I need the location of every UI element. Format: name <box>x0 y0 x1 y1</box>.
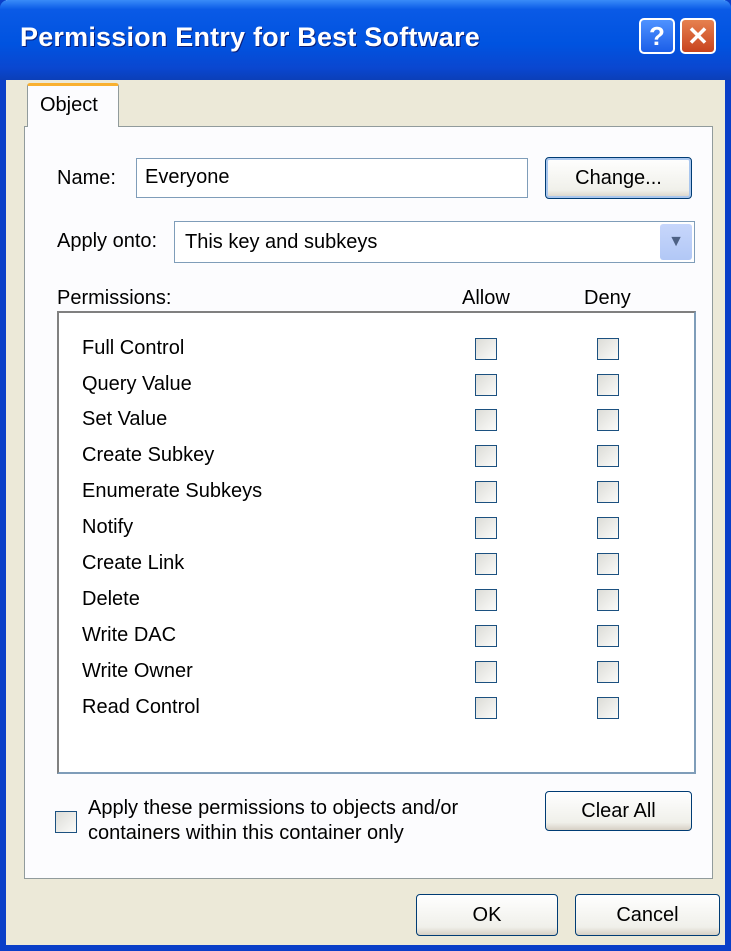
allow-checkbox[interactable] <box>475 589 497 611</box>
permission-name: Create Link <box>82 552 185 574</box>
apply-within-checkbox[interactable] <box>55 811 77 833</box>
deny-checkbox[interactable] <box>597 625 619 647</box>
help-icon: ? <box>649 20 665 51</box>
allow-checkbox[interactable] <box>475 625 497 647</box>
allow-checkbox[interactable] <box>475 697 497 719</box>
chevron-down-icon[interactable]: ▼ <box>660 224 692 260</box>
deny-checkbox[interactable] <box>597 661 619 683</box>
deny-checkbox[interactable] <box>597 553 619 575</box>
tab-object[interactable]: Object <box>27 83 119 127</box>
permission-name: Write Owner <box>82 660 193 682</box>
deny-checkbox[interactable] <box>597 517 619 539</box>
deny-checkbox[interactable] <box>597 338 619 360</box>
clear-all-button[interactable]: Clear All <box>545 791 692 831</box>
allow-checkbox[interactable] <box>475 409 497 431</box>
apply-onto-select[interactable]: This key and subkeys ▼ <box>174 221 695 263</box>
permission-name: Enumerate Subkeys <box>82 480 263 502</box>
allow-checkbox[interactable] <box>475 445 497 467</box>
allow-checkbox[interactable] <box>475 517 497 539</box>
permission-name: Full Control <box>82 337 185 359</box>
allow-checkbox[interactable] <box>475 661 497 683</box>
deny-checkbox[interactable] <box>597 697 619 719</box>
permission-row-delete: Delete <box>59 582 694 618</box>
permission-row-write-owner: Write Owner <box>59 654 694 690</box>
permission-row-enumerate-subkeys: Enumerate Subkeys <box>59 474 694 510</box>
apply-onto-label: Apply onto: <box>57 230 158 252</box>
allow-column-header: Allow <box>462 287 510 309</box>
permission-name: Notify <box>82 516 134 538</box>
deny-checkbox[interactable] <box>597 445 619 467</box>
permission-row-query-value: Query Value <box>59 367 694 403</box>
close-button[interactable]: ✕ <box>680 18 716 54</box>
permissions-label: Permissions: <box>57 287 172 309</box>
permission-name: Set Value <box>82 408 168 430</box>
deny-checkbox[interactable] <box>597 481 619 503</box>
allow-checkbox[interactable] <box>475 481 497 503</box>
permission-row-create-link: Create Link <box>59 546 694 582</box>
title-bar[interactable]: Permission Entry for Best Software ? ✕ <box>0 0 731 80</box>
deny-checkbox[interactable] <box>597 409 619 431</box>
allow-checkbox[interactable] <box>475 553 497 575</box>
deny-checkbox[interactable] <box>597 589 619 611</box>
help-button[interactable]: ? <box>639 18 675 54</box>
permission-name: Write DAC <box>82 624 177 646</box>
tab-object-label: Object <box>40 94 98 116</box>
name-field[interactable]: Everyone <box>136 158 528 198</box>
permission-row-set-value: Set Value <box>59 402 694 438</box>
permission-name: Create Subkey <box>82 444 215 466</box>
permission-name: Read Control <box>82 696 200 718</box>
close-icon: ✕ <box>687 20 709 51</box>
deny-checkbox[interactable] <box>597 374 619 396</box>
cancel-button[interactable]: Cancel <box>575 894 720 936</box>
allow-checkbox[interactable] <box>475 374 497 396</box>
permission-name: Delete <box>82 588 140 610</box>
allow-checkbox[interactable] <box>475 338 497 360</box>
permission-row-notify: Notify <box>59 510 694 546</box>
permission-row-full-control: Full Control <box>59 331 694 367</box>
permission-row-write-dac: Write DAC <box>59 618 694 654</box>
ok-button[interactable]: OK <box>416 894 558 936</box>
apply-onto-value: This key and subkeys <box>185 231 378 253</box>
permission-row-create-subkey: Create Subkey <box>59 438 694 474</box>
apply-within-label[interactable]: Apply these permissions to objects and/o… <box>88 796 508 846</box>
permission-name: Query Value <box>82 373 192 395</box>
deny-column-header: Deny <box>584 287 631 309</box>
permission-row-read-control: Read Control <box>59 690 694 726</box>
window-title: Permission Entry for Best Software <box>20 22 480 52</box>
permissions-list[interactable]: Full Control Query Value Set Value Creat… <box>57 311 696 774</box>
name-label: Name: <box>57 167 116 189</box>
change-button[interactable]: Change... <box>545 157 692 199</box>
